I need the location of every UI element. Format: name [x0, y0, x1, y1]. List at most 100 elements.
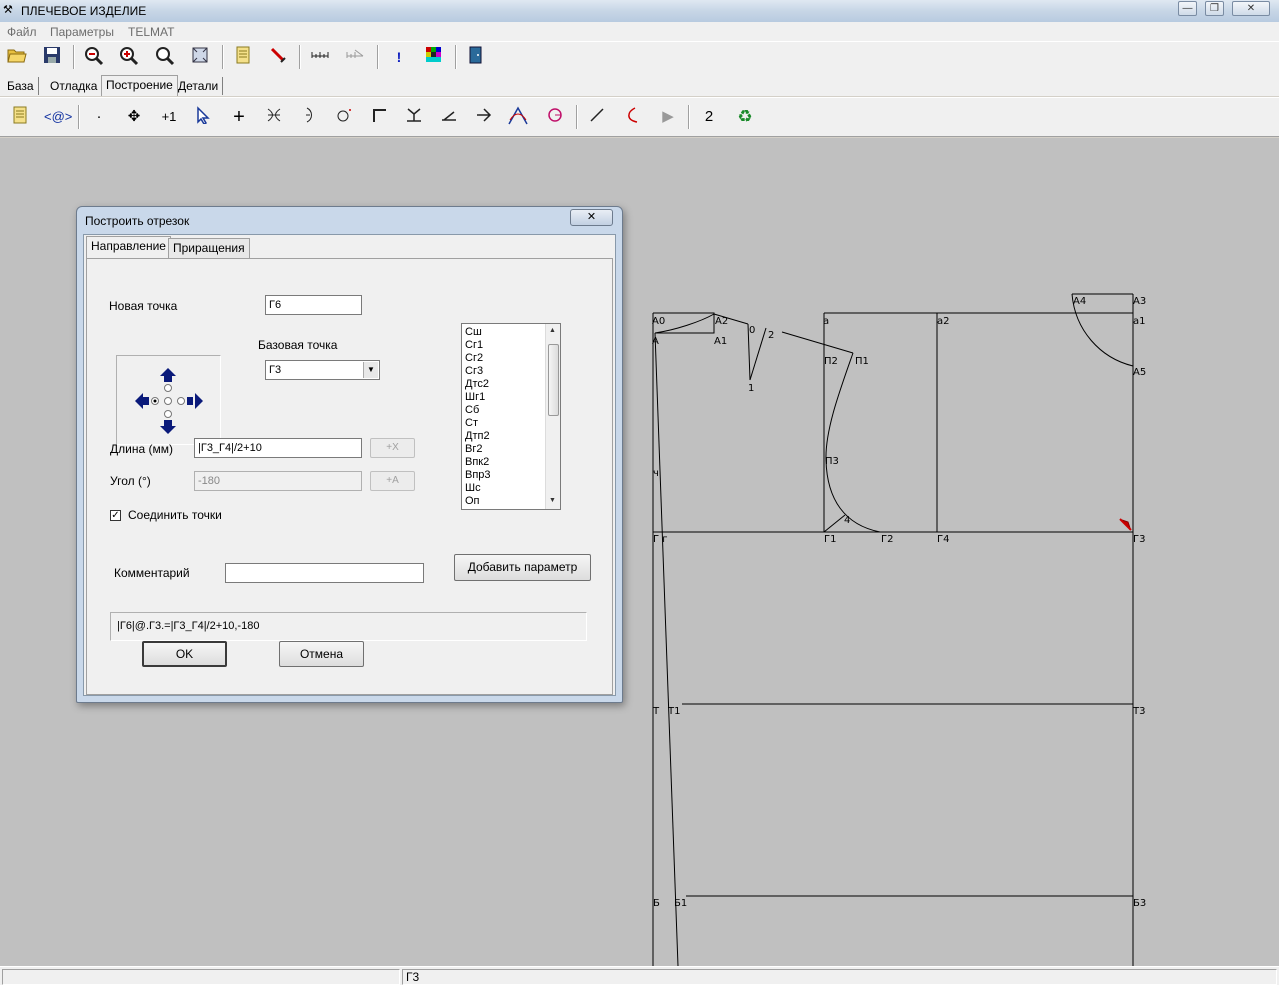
list-item[interactable]: Вг2	[465, 443, 545, 456]
line-icon[interactable]	[585, 106, 609, 128]
chevron-down-icon[interactable]: ▼	[363, 362, 378, 378]
arc-circle-icon[interactable]	[543, 106, 567, 128]
ruler-angle-icon[interactable]	[343, 46, 367, 68]
scroll-thumb[interactable]	[548, 344, 559, 416]
build-segment-dialog: Построить отрезок ✕ Направление Приращен…	[76, 206, 623, 703]
base-point-label: Базовая точка	[258, 338, 338, 352]
parameter-list[interactable]: Сш Сг1 Сг2 Сг3 Дтс2 Шг1 Сб Ст Дтп2 Вг2 В…	[461, 323, 561, 510]
connect-points-checkbox[interactable]: ✓	[110, 510, 121, 521]
label-a: а	[823, 316, 829, 327]
notes-icon[interactable]	[8, 106, 32, 128]
direction-picker[interactable]	[116, 355, 221, 445]
list-item[interactable]: Сш	[465, 326, 545, 339]
length-label: Длина (мм)	[110, 442, 173, 456]
angle-add-button[interactable]: +A	[370, 471, 415, 491]
corner-icon[interactable]	[367, 106, 391, 128]
label-4: 4	[844, 515, 850, 526]
direction-arrow-icon[interactable]	[472, 106, 496, 128]
menu-parameters[interactable]: Параметры	[50, 25, 114, 39]
exclamation-icon[interactable]: !	[387, 46, 411, 68]
list-item[interactable]: Сг3	[465, 365, 545, 378]
ruler-icon[interactable]	[308, 46, 332, 68]
minimize-button[interactable]: —	[1178, 1, 1197, 16]
angle-icon[interactable]	[437, 106, 461, 128]
perpendicular-icon[interactable]	[402, 106, 426, 128]
length-input[interactable]: |Г3_Г4|/2+10	[194, 438, 362, 458]
label-B1: Б1	[674, 898, 687, 909]
label-A1: А1	[714, 336, 727, 347]
length-add-button[interactable]: +X	[370, 438, 415, 458]
module-tabs: База Отладка Построение Детали	[0, 72, 1279, 96]
connect-points-label: Соединить точки	[128, 508, 222, 522]
menu-telmat[interactable]: TELMAT	[128, 25, 174, 39]
list-item[interactable]: Шс	[465, 482, 545, 495]
move-icon[interactable]: ✥	[122, 106, 146, 128]
cancel-button[interactable]: Отмена	[279, 641, 364, 667]
list-item[interactable]: Дтп2	[465, 430, 545, 443]
save-icon[interactable]	[40, 46, 64, 68]
list-item[interactable]: Шг1	[465, 391, 545, 404]
base-point-select[interactable]: Г3 ▼	[265, 360, 380, 380]
curve-triangle-icon[interactable]	[506, 106, 530, 128]
tab-details[interactable]: Детали	[174, 77, 224, 95]
exit-door-icon[interactable]	[464, 46, 488, 68]
zoom-out-icon[interactable]	[82, 46, 106, 68]
counter-label[interactable]: 2	[697, 106, 721, 128]
zoom-in-icon[interactable]	[117, 46, 141, 68]
tab-direction[interactable]: Направление	[86, 236, 171, 258]
maximize-button[interactable]: ❐	[1205, 1, 1224, 16]
point-icon[interactable]: ·	[87, 106, 111, 128]
status-panel-point: Г3	[402, 969, 1277, 985]
zoom-icon[interactable]	[153, 46, 177, 68]
dialog-close-button[interactable]: ✕	[570, 209, 613, 226]
dialog-title: Построить отрезок	[85, 214, 190, 228]
pointer-pen-icon[interactable]	[266, 46, 290, 68]
list-item[interactable]: Впр3	[465, 469, 545, 482]
play-icon[interactable]: ▶	[656, 106, 680, 128]
list-scrollbar[interactable]: ▲ ▼	[545, 324, 560, 509]
notes-icon[interactable]	[231, 46, 255, 68]
new-point-input[interactable]: Г6	[265, 295, 362, 315]
recycle-icon[interactable]: ♻	[733, 106, 757, 128]
list-item[interactable]: Сб	[465, 404, 545, 417]
arc-point-icon[interactable]	[297, 106, 321, 128]
open-folder-icon[interactable]	[5, 46, 29, 68]
tab-debug[interactable]: Отладка	[46, 77, 103, 95]
list-item[interactable]: Сг1	[465, 339, 545, 352]
list-item[interactable]: Дтс2	[465, 378, 545, 391]
angle-input[interactable]: -180	[194, 471, 362, 491]
label-B: Б	[653, 898, 660, 909]
scroll-up-icon[interactable]: ▲	[549, 327, 556, 334]
close-button[interactable]: ✕	[1232, 1, 1270, 16]
list-item[interactable]: Сг2	[465, 352, 545, 365]
at-sign-icon[interactable]: <@>	[44, 106, 72, 128]
add-parameter-button[interactable]: Добавить параметр	[454, 554, 591, 581]
tab-increments[interactable]: Приращения	[168, 238, 250, 258]
tab-construction[interactable]: Построение	[101, 75, 178, 96]
intersection-icon[interactable]	[262, 106, 286, 128]
tab-base[interactable]: База	[3, 77, 39, 95]
curve-icon[interactable]	[620, 106, 644, 128]
select-arrow-icon[interactable]	[192, 106, 216, 128]
menu-file[interactable]: Файл	[7, 25, 37, 39]
label-1: 1	[748, 383, 754, 394]
cross-icon[interactable]: +	[227, 106, 251, 128]
status-bar: Г3	[0, 966, 1279, 985]
increment-icon[interactable]: +1	[157, 106, 181, 128]
label-a1: а1	[1133, 316, 1146, 327]
list-item[interactable]: Оп	[465, 495, 545, 508]
comment-input[interactable]	[225, 563, 424, 583]
menu-bar: Файл Параметры TELMAT	[0, 22, 1279, 41]
scroll-down-icon[interactable]: ▼	[549, 497, 556, 504]
zoom-fit-icon[interactable]	[188, 46, 212, 68]
circle-point-icon[interactable]	[332, 106, 356, 128]
label-G2: Г2	[881, 534, 893, 545]
list-item[interactable]: Ст	[465, 417, 545, 430]
palette-icon[interactable]	[422, 46, 446, 68]
dialog-body: Направление Приращения Новая точка Г6 Ба…	[83, 234, 616, 696]
list-item[interactable]: Впк2	[465, 456, 545, 469]
ok-button[interactable]: OK	[142, 641, 227, 667]
label-B3: Б3	[1133, 898, 1146, 909]
label-u: ч	[653, 468, 659, 479]
label-A5: А5	[1133, 367, 1146, 378]
